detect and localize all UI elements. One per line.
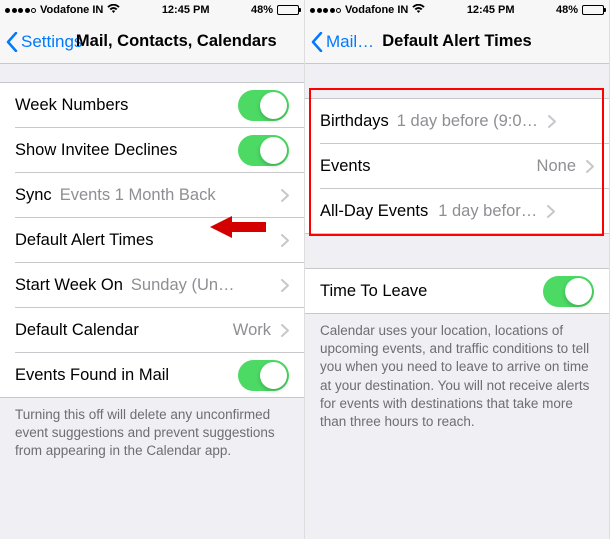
chevron-right-icon xyxy=(281,189,289,202)
row-label: Show Invitee Declines xyxy=(15,141,177,160)
battery-percent-label: 48% xyxy=(251,4,273,16)
navigation-bar: Settings Mail, Contacts, Calendars xyxy=(0,20,304,64)
row-label: Events xyxy=(320,157,370,176)
signal-strength-icon xyxy=(5,8,36,13)
settings-list: Birthdays 1 day before (9:0… Events None… xyxy=(305,64,609,539)
row-label: Default Alert Times xyxy=(15,231,153,250)
toggle-show-invitee[interactable] xyxy=(238,135,289,166)
row-value: Events 1 Month Back xyxy=(60,186,216,205)
page-title: Default Alert Times xyxy=(382,32,531,51)
row-label: All-Day Events xyxy=(320,202,428,221)
row-value: 1 day befor… xyxy=(438,202,537,221)
row-value: Work xyxy=(147,321,271,340)
chevron-right-icon xyxy=(281,324,289,337)
row-label: Week Numbers xyxy=(15,96,128,115)
row-start-week-on[interactable]: Start Week On Sunday (Un… xyxy=(0,263,304,308)
back-button[interactable]: Settings xyxy=(6,32,82,52)
row-label: Sync xyxy=(15,186,52,205)
row-sync[interactable]: Sync Events 1 Month Back xyxy=(0,173,304,218)
status-bar: Vodafone IN 12:45 PM 48% xyxy=(0,0,304,20)
back-label: Settings xyxy=(21,32,82,52)
back-label: Mail… xyxy=(326,32,374,52)
clock-label: 12:45 PM xyxy=(162,4,210,16)
row-value: 1 day before (9:0… xyxy=(397,112,538,131)
toggle-week-numbers[interactable] xyxy=(238,90,289,121)
section-footer: Calendar uses your location, locations o… xyxy=(305,314,609,445)
chevron-right-icon xyxy=(548,115,556,128)
row-value: Sunday (Un… xyxy=(131,276,235,295)
clock-label: 12:45 PM xyxy=(467,4,515,16)
toggle-events-in-mail[interactable] xyxy=(238,360,289,391)
row-value: None xyxy=(378,157,576,176)
wifi-icon xyxy=(107,4,120,17)
carrier-label: Vodafone IN xyxy=(345,4,408,16)
battery-icon xyxy=(582,5,604,15)
wifi-icon xyxy=(412,4,425,17)
row-time-to-leave[interactable]: Time To Leave xyxy=(305,269,609,314)
chevron-left-icon xyxy=(311,32,323,52)
chevron-right-icon xyxy=(547,205,555,218)
settings-list: Week Numbers Show Invitee Declines Sync … xyxy=(0,64,304,539)
row-show-invitee-declines[interactable]: Show Invitee Declines xyxy=(0,128,304,173)
row-label: Default Calendar xyxy=(15,321,139,340)
navigation-bar: Mail… Default Alert Times xyxy=(305,20,609,64)
toggle-time-to-leave[interactable] xyxy=(543,276,594,307)
row-default-calendar[interactable]: Default Calendar Work xyxy=(0,308,304,353)
row-events[interactable]: Events None xyxy=(305,144,609,189)
chevron-right-icon xyxy=(281,279,289,292)
chevron-right-icon xyxy=(586,160,594,173)
chevron-right-icon xyxy=(281,234,289,247)
row-label: Start Week On xyxy=(15,276,123,295)
carrier-label: Vodafone IN xyxy=(40,4,103,16)
row-events-found-in-mail[interactable]: Events Found in Mail xyxy=(0,353,304,398)
screen-settings-mail: Vodafone IN 12:45 PM 48% Settings Mail, … xyxy=(0,0,305,539)
back-button[interactable]: Mail… xyxy=(311,32,374,52)
row-label: Events Found in Mail xyxy=(15,366,169,385)
row-all-day-events[interactable]: All-Day Events 1 day befor… xyxy=(305,189,609,234)
row-label: Time To Leave xyxy=(320,282,427,301)
row-label: Birthdays xyxy=(320,112,389,131)
battery-icon xyxy=(277,5,299,15)
chevron-left-icon xyxy=(6,32,18,52)
battery-percent-label: 48% xyxy=(556,4,578,16)
signal-strength-icon xyxy=(310,8,341,13)
screen-default-alert-times: Vodafone IN 12:45 PM 48% Mail… Default A… xyxy=(305,0,610,539)
page-title: Mail, Contacts, Calendars xyxy=(76,32,277,51)
section-footer: Turning this off will delete any unconfi… xyxy=(0,398,304,475)
status-bar: Vodafone IN 12:45 PM 48% xyxy=(305,0,609,20)
row-week-numbers[interactable]: Week Numbers xyxy=(0,83,304,128)
row-default-alert-times[interactable]: Default Alert Times xyxy=(0,218,304,263)
row-birthdays[interactable]: Birthdays 1 day before (9:0… xyxy=(305,99,609,144)
